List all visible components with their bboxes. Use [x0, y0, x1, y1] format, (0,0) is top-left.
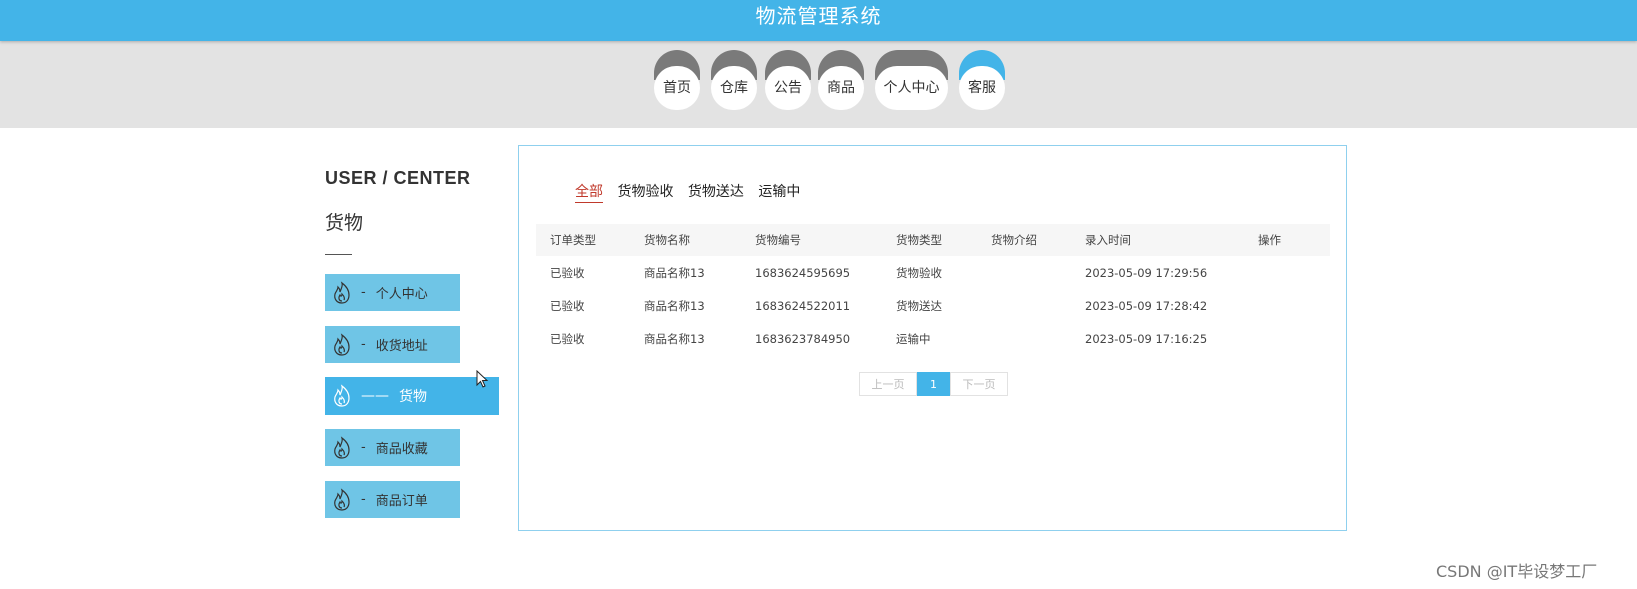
column-header: 货物类型 — [882, 224, 977, 256]
table-cell — [977, 256, 1071, 289]
table-cell: 商品名称13 — [644, 298, 705, 313]
sidebar-title: 货物 — [325, 212, 364, 234]
table-cell: 运输中 — [896, 331, 931, 346]
table-cell: 商品名称13 — [644, 331, 705, 346]
sidebar-divider — [325, 254, 352, 255]
table-cell — [977, 289, 1071, 322]
current-page-button[interactable]: 1 — [917, 372, 950, 396]
column-header: 货物介绍 — [977, 224, 1071, 256]
table-cell: 货物验收 — [896, 265, 942, 280]
sidebar-item-cargo[interactable]: —— 货物 — [325, 377, 499, 415]
app-header: 物流管理系统 — [0, 0, 1637, 41]
nav-label: 首页 — [654, 66, 700, 110]
prev-page-button[interactable]: 上一页 — [859, 372, 917, 396]
sidebar-item-label: 收货地址 — [375, 339, 428, 354]
table-cell — [1244, 322, 1330, 355]
column-header: 货物名称 — [630, 224, 741, 256]
table-cell — [977, 322, 1071, 355]
sidebar-item-label: 个人中心 — [375, 287, 428, 302]
sidebar-item-product-favorites[interactable]: - 商品收藏 — [325, 429, 460, 466]
nav-item-customer-service[interactable]: 客服 — [959, 50, 1005, 110]
nav-label: 客服 — [959, 66, 1005, 110]
sidebar-item-product-orders[interactable]: - 商品订单 — [325, 481, 460, 518]
nav-label: 公告 — [765, 66, 811, 110]
watermark: CSDN @IT毕设梦工厂 — [1436, 562, 1598, 581]
nav-label: 个人中心 — [875, 66, 948, 110]
pagination: 上一页 1 下一页 — [859, 372, 1008, 396]
sidebar-item-shipping-address[interactable]: - 收货地址 — [325, 326, 460, 363]
table-cell: 已验收 — [550, 331, 585, 346]
table-cell: 2023-05-09 17:28:42 — [1085, 298, 1208, 313]
mouse-cursor-icon — [476, 370, 489, 388]
column-header: 货物编号 — [741, 224, 882, 256]
next-page-button[interactable]: 下一页 — [950, 372, 1008, 396]
column-header: 订单类型 — [536, 224, 630, 256]
nav-item-home[interactable]: 首页 — [654, 50, 700, 110]
flame-icon — [334, 435, 350, 459]
column-header: 录入时间 — [1071, 224, 1244, 256]
table-cell: 1683624595695 — [755, 265, 851, 280]
table-cell — [1244, 289, 1330, 322]
tab-in-transit[interactable]: 运输中 — [758, 181, 800, 202]
cargo-table: 订单类型 货物名称 货物编号 货物类型 货物介绍 录入时间 操作 已验收 商品名… — [536, 224, 1330, 355]
nav-label: 仓库 — [711, 66, 757, 110]
filter-tabs: 全部 货物验收 货物送达 运输中 — [575, 181, 810, 203]
nav-label: 商品 — [818, 66, 864, 110]
flame-icon — [334, 384, 350, 407]
flame-icon — [334, 280, 350, 304]
tab-cargo-delivered[interactable]: 货物送达 — [688, 181, 744, 202]
content-panel: 全部 货物验收 货物送达 运输中 订单类型 货物名称 货物编号 货物类型 货物介… — [518, 145, 1347, 531]
table-cell: 1683623784950 — [755, 331, 851, 346]
column-header: 操作 — [1244, 224, 1330, 256]
table-cell — [1244, 256, 1330, 289]
table-header-row: 订单类型 货物名称 货物编号 货物类型 货物介绍 录入时间 操作 — [536, 224, 1330, 256]
nav-item-warehouse[interactable]: 仓库 — [711, 50, 757, 110]
flame-icon — [334, 487, 350, 511]
nav-item-announcement[interactable]: 公告 — [765, 50, 811, 110]
app-title: 物流管理系统 — [755, 4, 882, 28]
nav-item-products[interactable]: 商品 — [818, 50, 864, 110]
table-cell: 1683624522011 — [755, 298, 851, 313]
table-cell: 2023-05-09 17:16:25 — [1085, 331, 1208, 346]
sidebar-item-label: 商品订单 — [375, 494, 428, 509]
sidebar-item-label: 商品收藏 — [375, 442, 428, 457]
table-cell: 2023-05-09 17:29:56 — [1085, 265, 1208, 280]
table-row[interactable]: 已验收 商品名称13 1683624522011 货物送达 2023-05-09… — [536, 289, 1330, 322]
table-cell: 已验收 — [550, 298, 585, 313]
sidebar-item-label: 货物 — [399, 389, 427, 405]
table-cell: 已验收 — [550, 265, 585, 280]
table-row[interactable]: 已验收 商品名称13 1683624595695 货物验收 2023-05-09… — [536, 256, 1330, 289]
table-cell: 货物送达 — [896, 298, 942, 313]
flame-icon — [334, 332, 350, 356]
sidebar-heading: USER / CENTER — [325, 168, 471, 188]
sidebar-item-personal-center[interactable]: - 个人中心 — [325, 274, 460, 311]
tab-all[interactable]: 全部 — [575, 181, 603, 203]
tab-cargo-inspection[interactable]: 货物验收 — [617, 181, 673, 202]
table-cell: 商品名称13 — [644, 265, 705, 280]
table-row[interactable]: 已验收 商品名称13 1683623784950 运输中 2023-05-09 … — [536, 322, 1330, 355]
nav-item-personal-center[interactable]: 个人中心 — [875, 50, 948, 110]
